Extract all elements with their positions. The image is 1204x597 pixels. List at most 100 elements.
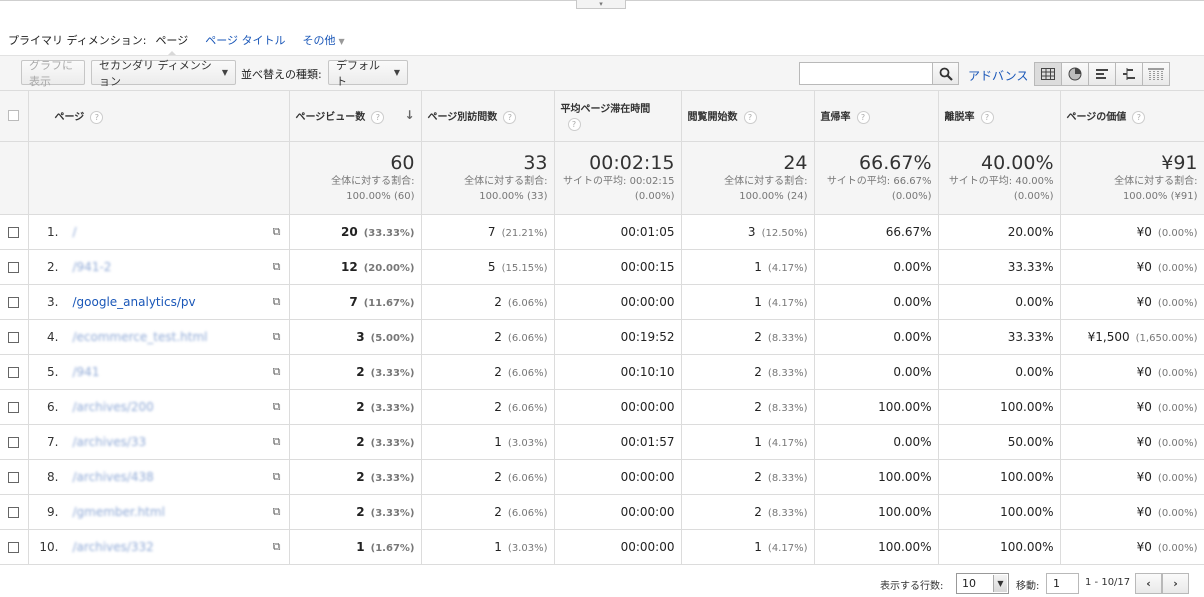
entrances-cell: 1 (4.17%) bbox=[681, 284, 815, 320]
table-toolbar: グラフに表示 セカンダリ ディメンション ▼ 並べ替えの種類: デフォルト ▼ アド… bbox=[0, 55, 1204, 90]
page-link[interactable]: /gmember.html bbox=[73, 505, 165, 519]
row-checkbox[interactable] bbox=[8, 262, 20, 273]
dimension-option-page-title[interactable]: ページ タイトル bbox=[205, 32, 285, 48]
page-value-amount: ¥0 bbox=[1136, 225, 1152, 239]
row-checkbox[interactable] bbox=[8, 507, 20, 518]
help-icon[interactable]: ? bbox=[1132, 110, 1146, 124]
open-external-icon[interactable]: ⧉ bbox=[273, 260, 281, 274]
view-bar-button[interactable] bbox=[1088, 62, 1116, 86]
view-comparison-button[interactable] bbox=[1115, 62, 1143, 86]
open-external-icon[interactable]: ⧉ bbox=[273, 330, 281, 344]
chevron-down-icon: ▾ bbox=[599, 0, 603, 8]
avg-time-cell: 00:00:00 bbox=[554, 284, 682, 320]
page-value-amount: ¥0 bbox=[1136, 295, 1152, 309]
unique-pageviews-percent: (6.06%) bbox=[507, 473, 548, 484]
unique-pageviews-cell: 1 (3.03%) bbox=[421, 529, 555, 565]
plot-rows-button[interactable]: グラフに表示 bbox=[21, 59, 85, 88]
help-icon[interactable]: ? bbox=[856, 110, 870, 124]
row-checkbox[interactable] bbox=[8, 227, 20, 238]
avg-time-value: 00:01:57 bbox=[620, 435, 675, 449]
help-icon[interactable]: ? bbox=[980, 110, 994, 124]
help-icon[interactable]: ? bbox=[743, 110, 757, 124]
pageviews-percent: (20.00%) bbox=[363, 263, 415, 274]
collapse-graph-toggle[interactable]: ▾ bbox=[576, 0, 626, 9]
open-external-icon[interactable]: ⧉ bbox=[273, 435, 281, 449]
goto-page-input[interactable]: 1 bbox=[1046, 573, 1079, 594]
goto-label: 移動: bbox=[1016, 581, 1040, 592]
view-table-button[interactable] bbox=[1034, 62, 1062, 86]
prev-page-button[interactable]: ‹ bbox=[1135, 573, 1162, 594]
open-external-icon[interactable]: ⧉ bbox=[273, 400, 281, 414]
row-index: 1. bbox=[47, 225, 59, 239]
avg-time-value: 00:19:52 bbox=[620, 330, 675, 344]
row-checkbox[interactable] bbox=[8, 332, 20, 343]
totals-row: 60 全体に対する割合: 100.00% (60) 33 全体に対する割合: 100.0… bbox=[0, 141, 1204, 215]
exit-rate-value: 33.33% bbox=[1007, 330, 1054, 344]
row-checkbox[interactable] bbox=[8, 297, 20, 308]
dimension-option-page[interactable]: ページ bbox=[155, 32, 188, 57]
entrances-value: 2 bbox=[754, 505, 762, 519]
open-external-icon[interactable]: ⧉ bbox=[273, 505, 281, 519]
help-icon[interactable]: ? bbox=[371, 110, 385, 124]
page-value-amount: ¥0 bbox=[1136, 470, 1152, 484]
open-external-icon[interactable]: ⧉ bbox=[273, 540, 281, 554]
help-icon[interactable]: ? bbox=[90, 110, 104, 124]
column-header-exit-rate[interactable]: 離脱率? bbox=[938, 90, 1061, 142]
secondary-dimension-dropdown[interactable]: セカンダリ ディメンション ▼ bbox=[91, 59, 236, 88]
column-header-entrances[interactable]: 閲覧開始数? bbox=[681, 90, 815, 142]
next-page-button[interactable]: › bbox=[1162, 573, 1189, 594]
rows-per-page-select[interactable]: 10 ▼ bbox=[956, 573, 1009, 594]
page-link[interactable]: /google_analytics/pv bbox=[73, 295, 196, 309]
column-header-avg-time[interactable]: 平均ページ滞在時間? bbox=[554, 90, 682, 142]
entrances-cell: 2 (8.33%) bbox=[681, 389, 815, 425]
open-external-icon[interactable]: ⧉ bbox=[273, 225, 281, 239]
help-icon[interactable]: ? bbox=[503, 110, 517, 124]
sort-type-dropdown[interactable]: デフォルト ▼ bbox=[328, 59, 408, 88]
page-link[interactable]: /941-2 bbox=[73, 260, 112, 274]
avg-time-cell: 00:00:00 bbox=[554, 389, 682, 425]
row-index: 10. bbox=[39, 540, 59, 554]
row-checkbox[interactable] bbox=[8, 402, 20, 413]
page-link[interactable]: /archives/200 bbox=[73, 400, 154, 414]
view-pie-button[interactable] bbox=[1061, 62, 1089, 86]
total-caption: 全体に対する割合: bbox=[1114, 176, 1198, 187]
row-checkbox[interactable] bbox=[8, 367, 20, 378]
open-external-icon[interactable]: ⧉ bbox=[273, 295, 281, 309]
row-index: 2. bbox=[47, 260, 59, 274]
row-checkbox[interactable] bbox=[8, 437, 20, 448]
page-value-percent: (0.00%) bbox=[1157, 473, 1198, 484]
column-header-page[interactable]: ページ? bbox=[28, 90, 290, 142]
avg-time-cell: 00:00:00 bbox=[554, 459, 682, 495]
row-checkbox[interactable] bbox=[8, 472, 20, 483]
column-header-unique-pageviews[interactable]: ページ別訪問数? bbox=[421, 90, 555, 142]
select-all-checkbox[interactable] bbox=[8, 110, 20, 122]
pageviews-percent: (33.33%) bbox=[363, 228, 415, 239]
page-link[interactable]: /ecommerce_test.html bbox=[73, 330, 208, 344]
entrances-cell: 1 (4.17%) bbox=[681, 529, 815, 565]
pageviews-value: 20 bbox=[341, 225, 358, 239]
total-value: 33 bbox=[523, 152, 548, 174]
help-icon[interactable]: ? bbox=[567, 118, 581, 131]
page-link[interactable]: /archives/438 bbox=[73, 470, 154, 484]
open-external-icon[interactable]: ⧉ bbox=[273, 470, 281, 484]
unique-pageviews-cell: 2 (6.06%) bbox=[421, 354, 555, 390]
page-value-amount: ¥0 bbox=[1136, 365, 1152, 379]
dropdown-arrow-icon: ▼ bbox=[393, 68, 400, 77]
row-checkbox[interactable] bbox=[8, 542, 20, 553]
page-link[interactable]: /archives/33 bbox=[73, 435, 147, 449]
bounce-rate-value: 100.00% bbox=[878, 400, 932, 414]
column-header-pageviews[interactable]: ページビュー数? ↓ bbox=[289, 90, 422, 142]
open-external-icon[interactable]: ⧉ bbox=[273, 365, 281, 379]
page-value-cell: ¥0 (0.00%) bbox=[1060, 249, 1204, 285]
advanced-filter-link[interactable]: アドバンス bbox=[968, 67, 1028, 84]
page-link[interactable]: /archives/332 bbox=[73, 540, 154, 554]
page-link[interactable]: / bbox=[73, 225, 77, 239]
dimension-more-menu[interactable]: その他 ▼ bbox=[303, 32, 345, 48]
view-pivot-button[interactable] bbox=[1142, 62, 1170, 86]
entrances-value: 2 bbox=[754, 365, 762, 379]
column-header-page-value[interactable]: ページの価値? bbox=[1060, 90, 1204, 142]
page-link[interactable]: /941 bbox=[73, 365, 100, 379]
search-button[interactable] bbox=[932, 62, 959, 85]
table-search-input[interactable] bbox=[799, 62, 933, 85]
column-header-bounce-rate[interactable]: 直帰率? bbox=[814, 90, 939, 142]
